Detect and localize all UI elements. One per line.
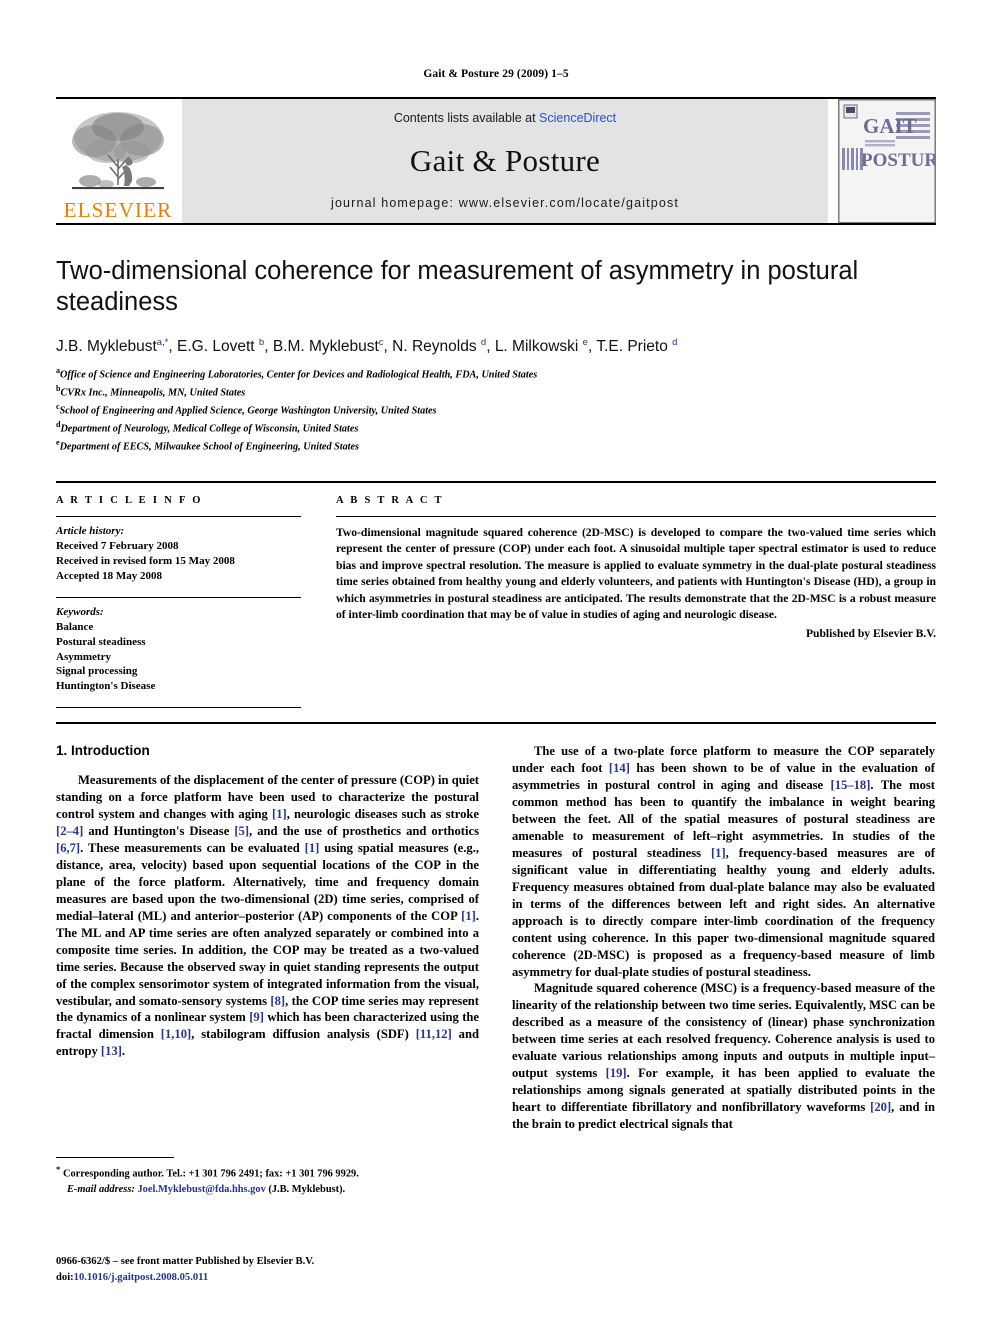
affiliation-item: bCVRx Inc., Minneapolis, MN, United Stat… <box>56 383 936 401</box>
contents-available-line: Contents lists available at ScienceDirec… <box>394 111 616 125</box>
paragraph-text: The use of a two-plate force platform to… <box>512 744 936 979</box>
abstract-column: A B S T R A C T Two-dimensional magnitud… <box>336 495 936 709</box>
author-name: T.E. Prieto <box>596 338 668 356</box>
body-columns: 1. Introduction Measurements of the disp… <box>56 743 936 1195</box>
masthead-center-band: Contents lists available at ScienceDirec… <box>182 99 828 223</box>
footnote-text: * Corresponding author. Tel.: +1 301 796… <box>56 1163 479 1197</box>
page-footer: 0966-6362/$ – see front matter Published… <box>56 1254 314 1285</box>
author-affil-marker: a,* <box>156 337 169 349</box>
history-item: Received in revised form 15 May 2008 <box>56 554 235 567</box>
title-top-rule <box>56 223 936 225</box>
author-affil-marker: b <box>258 337 265 349</box>
author-list: J.B. Myklebusta,*, E.G. Lovett b, B.M. M… <box>56 337 678 356</box>
author-entry: B.M. Myklebustc <box>272 337 384 356</box>
paragraph-text: Magnitude squared coherence (MSC) is a f… <box>512 981 935 1131</box>
journal-title: Gait & Posture <box>409 142 601 178</box>
article-history-label: Article history: <box>56 524 125 537</box>
article-title: Two-dimensional coherence for measuremen… <box>56 257 859 317</box>
keyword-item: Huntington's Disease <box>56 680 156 693</box>
abstract-text: Two-dimensional magnitude squared cohere… <box>336 525 936 622</box>
affiliation-list: aOffice of Science and Engineering Labor… <box>56 365 936 454</box>
elsevier-wordmark: ELSEVIER <box>63 198 173 222</box>
keyword-item: Postural steadiness <box>56 635 146 648</box>
author-affil-marker: e <box>582 337 588 349</box>
paragraph: Magnitude squared coherence (MSC) is a f… <box>512 980 935 1132</box>
author-entry: E.G. Lovett b <box>177 337 265 356</box>
corresponding-author-footnote: * Corresponding author. Tel.: +1 301 796… <box>56 1157 479 1197</box>
article-history-block: Article history: Received 7 February 200… <box>56 517 301 584</box>
affiliation-text: Department of EECS, Milwaukee School of … <box>59 441 359 453</box>
author-name: J.B. Myklebust <box>56 338 157 356</box>
author-entry: J.B. Myklebusta,* <box>56 337 169 356</box>
keywords-block: Keywords: Balance Postural steadiness As… <box>56 598 301 695</box>
keyword-item: Signal processing <box>56 665 138 678</box>
corresponding-email-link[interactable]: Joel.Myklebust@fda.hhs.gov <box>137 1184 265 1195</box>
sciencedirect-link[interactable]: ScienceDirect <box>539 111 616 125</box>
affiliation-item: eDepartment of EECS, Milwaukee School of… <box>56 437 936 455</box>
info-abstract-band: A R T I C L E I N F O Article history: R… <box>56 480 936 709</box>
body-top-rule <box>56 722 936 725</box>
affiliation-item: cSchool of Engineering and Applied Scien… <box>56 401 936 419</box>
article-info-label: A R T I C L E I N F O <box>56 494 203 506</box>
article-page: Gait & Posture 29 (2009) 1–5 ELSEVIER Co… <box>0 0 992 1323</box>
journal-homepage-line[interactable]: journal homepage: www.elsevier.com/locat… <box>331 196 679 210</box>
affiliation-text: School of Engineering and Applied Scienc… <box>59 405 437 417</box>
author-entry: L. Milkowski e <box>494 337 588 356</box>
contents-prefix: Contents lists available at <box>393 111 540 125</box>
elsevier-tree-icon <box>66 107 170 199</box>
journal-cover-thumbnail[interactable]: GAIT POSTURE <box>838 99 936 223</box>
affiliation-text: Department of Neurology, Medical College… <box>60 423 359 435</box>
author-name: L. Milkowski <box>494 338 579 356</box>
footnote-line1: Corresponding author. Tel.: +1 301 796 2… <box>62 1168 359 1180</box>
elsevier-logo: ELSEVIER <box>56 99 180 223</box>
history-item: Accepted 18 May 2008 <box>56 569 163 582</box>
author-affil-marker: c <box>378 337 384 349</box>
abstract-published-by: Published by Elsevier B.V. <box>805 626 936 640</box>
affiliation-text: CVRx Inc., Minneapolis, MN, United State… <box>60 387 246 399</box>
svg-text:GAIT: GAIT <box>863 114 917 138</box>
footnote-email-suffix: (J.B. Myklebust). <box>268 1183 346 1195</box>
author-entry: N. Reynolds d <box>392 337 487 356</box>
front-matter-line: 0966-6362/$ – see front matter Published… <box>56 1256 315 1268</box>
body-column-right: The use of a two-plate force platform to… <box>512 743 935 1133</box>
affiliation-item: dDepartment of Neurology, Medical Colleg… <box>56 419 936 437</box>
affiliation-item: aOffice of Science and Engineering Labor… <box>56 365 936 383</box>
keywords-label: Keywords: <box>56 605 104 618</box>
article-info-column: A R T I C L E I N F O Article history: R… <box>56 495 301 709</box>
abstract-label: A B S T R A C T <box>336 494 444 506</box>
author-name: E.G. Lovett <box>177 338 255 356</box>
section-heading-introduction: 1. Introduction <box>56 743 150 759</box>
body-column-left: 1. Introduction Measurements of the disp… <box>56 743 479 1195</box>
doi-label: doi: <box>56 1271 74 1283</box>
paragraph: The use of a two-plate force platform to… <box>512 743 935 980</box>
author-name: B.M. Myklebust <box>272 338 379 356</box>
author-name: N. Reynolds <box>392 338 477 356</box>
history-item: Received 7 February 2008 <box>56 539 179 552</box>
journal-masthead: ELSEVIER Contents lists available at Sci… <box>56 97 936 223</box>
doi-link[interactable]: 10.1016/j.gaitpost.2008.05.011 <box>74 1272 209 1283</box>
affiliation-text: Office of Science and Engineering Labora… <box>60 369 538 381</box>
footnote-marker: * <box>56 1164 61 1175</box>
doi-line: doi:10.1016/j.gaitpost.2008.05.011 <box>56 1270 314 1285</box>
footnote-rule <box>56 1157 174 1159</box>
keyword-item: Asymmetry <box>56 650 111 663</box>
author-affil-marker: d <box>480 337 487 349</box>
paragraph: Measurements of the displacement of the … <box>56 772 479 1060</box>
running-head: Gait & Posture 29 (2009) 1–5 <box>423 68 569 80</box>
keywords-bottom-rule <box>56 707 301 709</box>
email-address-label: E-mail address: <box>67 1183 135 1195</box>
author-entry: T.E. Prieto d <box>596 337 678 356</box>
paragraph-text: Measurements of the displacement of the … <box>56 773 479 1059</box>
keyword-item: Balance <box>56 620 94 633</box>
author-affil-marker: d <box>672 337 678 349</box>
svg-text:POSTURE: POSTURE <box>861 150 935 171</box>
